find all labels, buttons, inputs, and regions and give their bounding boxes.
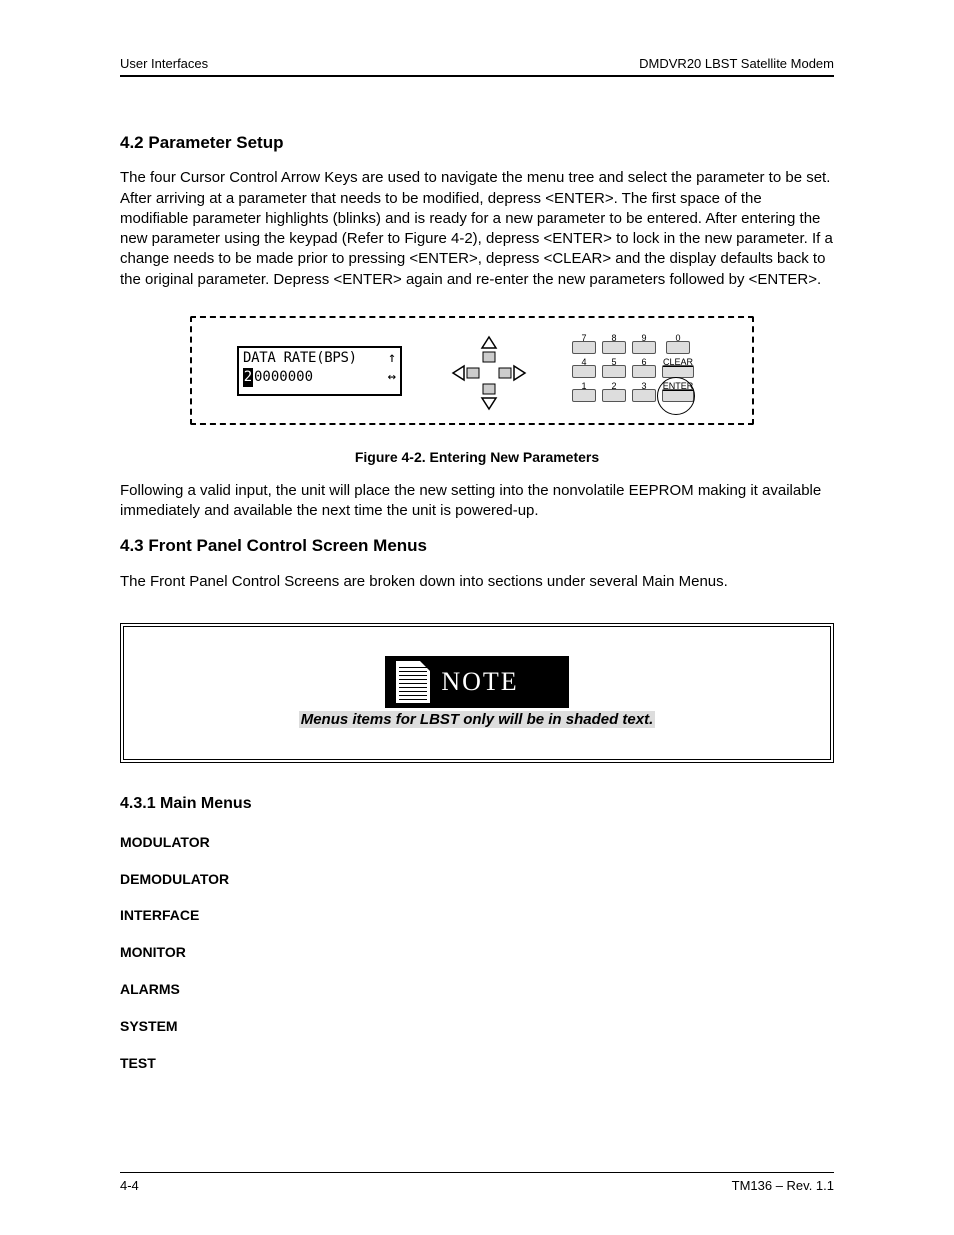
menu-modulator: MODULATOR: [120, 833, 834, 852]
lcd-remaining-digits: 0000000: [254, 369, 313, 385]
key-8: 8: [600, 341, 628, 357]
key-clear: CLEAR: [660, 365, 696, 381]
lcd-up-arrow-icon: ↑: [388, 349, 396, 368]
lcd-cursor-digit: 2: [243, 368, 253, 387]
figure-caption: Figure 4-2. Entering New Parameters: [120, 448, 834, 467]
key-6: 6: [630, 365, 658, 381]
arrow-right-icon: [514, 366, 525, 380]
menu-interface: INTERFACE: [120, 906, 834, 925]
key-9: 9: [630, 341, 658, 357]
menu-alarms: ALARMS: [120, 980, 834, 999]
section-4-3-title: 4.3 Front Panel Control Screen Menus: [120, 535, 834, 558]
note-banner-label: NOTE: [441, 664, 518, 699]
figure-4-2: DATA RATE(BPS) ↑ 20000000 ↔: [120, 304, 834, 467]
note-box: NOTE Menus items for LBST only will be i…: [120, 623, 834, 764]
key-5: 5: [600, 365, 628, 381]
lcd-lr-arrow-icon: ↔: [388, 368, 396, 387]
menu-system: SYSTEM: [120, 1017, 834, 1036]
key-2: 2: [600, 389, 628, 405]
note-banner: NOTE: [385, 656, 568, 708]
menu-demodulator: DEMODULATOR: [120, 870, 834, 889]
note-text: Menus items for LBST only will be in sha…: [299, 711, 656, 728]
footer-doc-rev: TM136 – Rev. 1.1: [732, 1177, 834, 1195]
arrow-down-icon: [482, 398, 496, 409]
arrow-up-icon: [482, 337, 496, 348]
lcd-display: DATA RATE(BPS) ↑ 20000000 ↔: [237, 346, 402, 396]
panel-dashed-outline: DATA RATE(BPS) ↑ 20000000 ↔: [190, 316, 754, 425]
menu-test: TEST: [120, 1054, 834, 1073]
menu-monitor: MONITOR: [120, 943, 834, 962]
numeric-keypad: 7 8 9 0 4 5 6 CLEAR 1 2 3 ENTER: [570, 338, 696, 408]
lcd-line1-label: DATA RATE(BPS): [243, 349, 357, 368]
section-4-3-1-title: 4.3.1 Main Menus: [120, 793, 834, 815]
document-icon: [395, 660, 431, 704]
arrow-left-icon: [453, 366, 464, 380]
page-footer: 4-4 TM136 – Rev. 1.1: [120, 1172, 834, 1195]
key-enter: ENTER: [660, 389, 696, 405]
section-4-2-title: 4.2 Parameter Setup: [120, 132, 834, 155]
main-menus-list: MODULATOR DEMODULATOR INTERFACE MONITOR …: [120, 833, 834, 1073]
section-4-2-paragraph: The four Cursor Control Arrow Keys are u…: [120, 168, 834, 290]
page-header: User Interfaces DMDVR20 LBST Satellite M…: [120, 55, 834, 77]
key-4: 4: [570, 365, 598, 381]
key-0: 0: [660, 341, 696, 357]
dpad-down-button: [483, 384, 495, 394]
header-right: DMDVR20 LBST Satellite Modem: [639, 55, 834, 73]
dpad-left-button: [467, 368, 479, 378]
section-4-3-paragraph: The Front Panel Control Screens are brok…: [120, 572, 834, 592]
header-left: User Interfaces: [120, 55, 208, 73]
key-7: 7: [570, 341, 598, 357]
key-3: 3: [630, 389, 658, 405]
key-1: 1: [570, 389, 598, 405]
after-figure-paragraph: Following a valid input, the unit will p…: [120, 481, 834, 522]
cursor-dpad: [450, 334, 528, 412]
footer-page-number: 4-4: [120, 1177, 139, 1195]
page: User Interfaces DMDVR20 LBST Satellite M…: [0, 0, 954, 1235]
dpad-right-button: [499, 368, 511, 378]
dpad-up-button: [483, 352, 495, 362]
